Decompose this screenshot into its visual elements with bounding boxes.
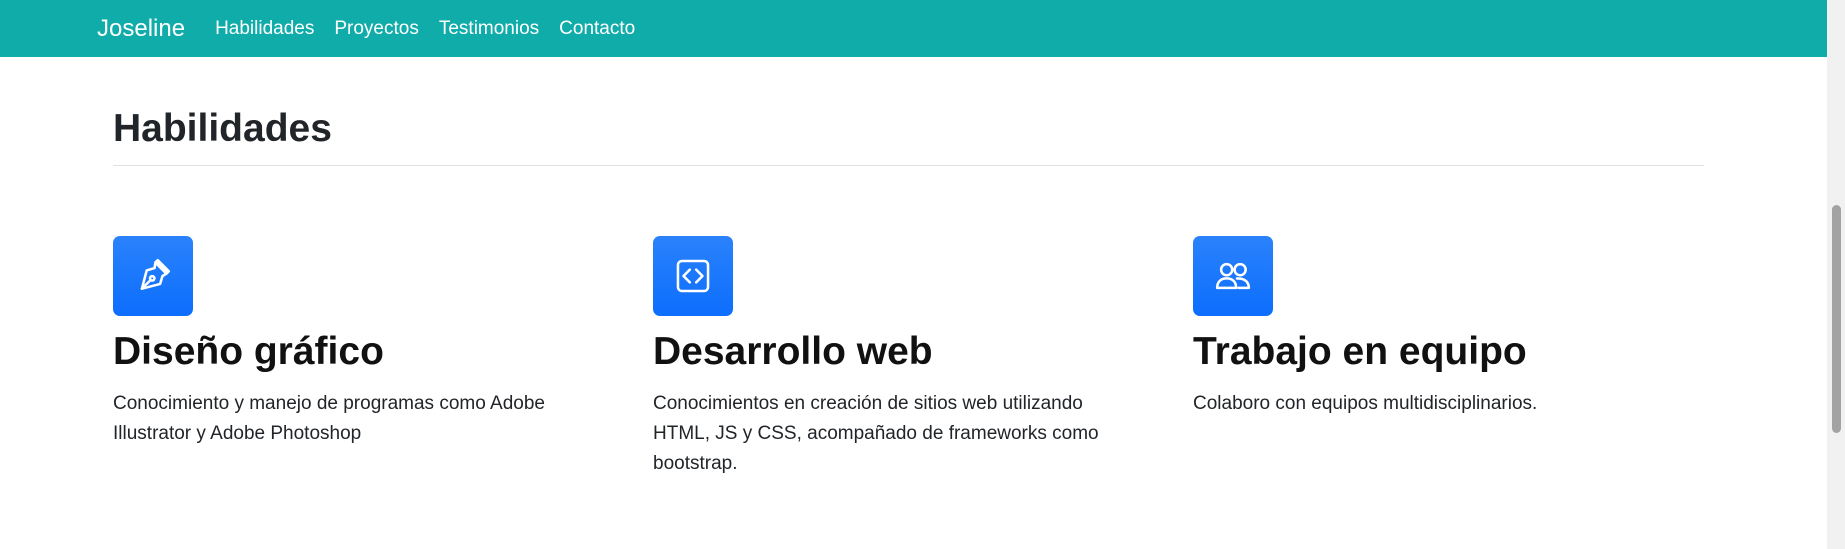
nav-link-proyectos[interactable]: Proyectos xyxy=(334,19,418,38)
feature-title: Diseño gráfico xyxy=(113,330,384,373)
section-title: Habilidades xyxy=(113,107,332,150)
nav-link-contacto[interactable]: Contacto xyxy=(559,19,635,38)
nav-link-testimonios[interactable]: Testimonios xyxy=(439,19,539,38)
feature-title: Desarrollo web xyxy=(653,330,933,373)
feature-text: Conocimientos en creación de sitios web … xyxy=(653,392,1099,474)
code-icon xyxy=(653,236,733,316)
people-icon xyxy=(1193,236,1273,316)
feature-design: Diseño gráfico Conocimiento y manejo de … xyxy=(113,236,653,479)
scrollbar[interactable] xyxy=(1827,0,1845,549)
pen-icon xyxy=(113,236,193,316)
feature-web: Desarrollo web Conocimientos en creación… xyxy=(653,236,1193,479)
page: Joseline Habilidades Proyectos Testimoni… xyxy=(0,0,1845,549)
feature-text: Colaboro con equipos multidisciplinarios… xyxy=(1193,392,1538,414)
section-divider xyxy=(113,164,1704,166)
nav-link-habilidades[interactable]: Habilidades xyxy=(215,19,314,38)
feature-title: Trabajo en equipo xyxy=(1193,330,1527,373)
scrollbar-thumb[interactable] xyxy=(1832,205,1841,433)
feature-team: Trabajo en equipo Colaboro con equipos m… xyxy=(1193,236,1733,479)
navbar: Joseline Habilidades Proyectos Testimoni… xyxy=(0,0,1827,57)
skills-section: Habilidades xyxy=(113,106,1704,166)
brand-link[interactable]: Joseline xyxy=(97,16,185,41)
features-row: Diseño gráfico Conocimiento y manejo de … xyxy=(113,236,1733,479)
nav-links: Habilidades Proyectos Testimonios Contac… xyxy=(215,19,635,38)
feature-text: Conocimiento y manejo de programas como … xyxy=(113,392,545,444)
